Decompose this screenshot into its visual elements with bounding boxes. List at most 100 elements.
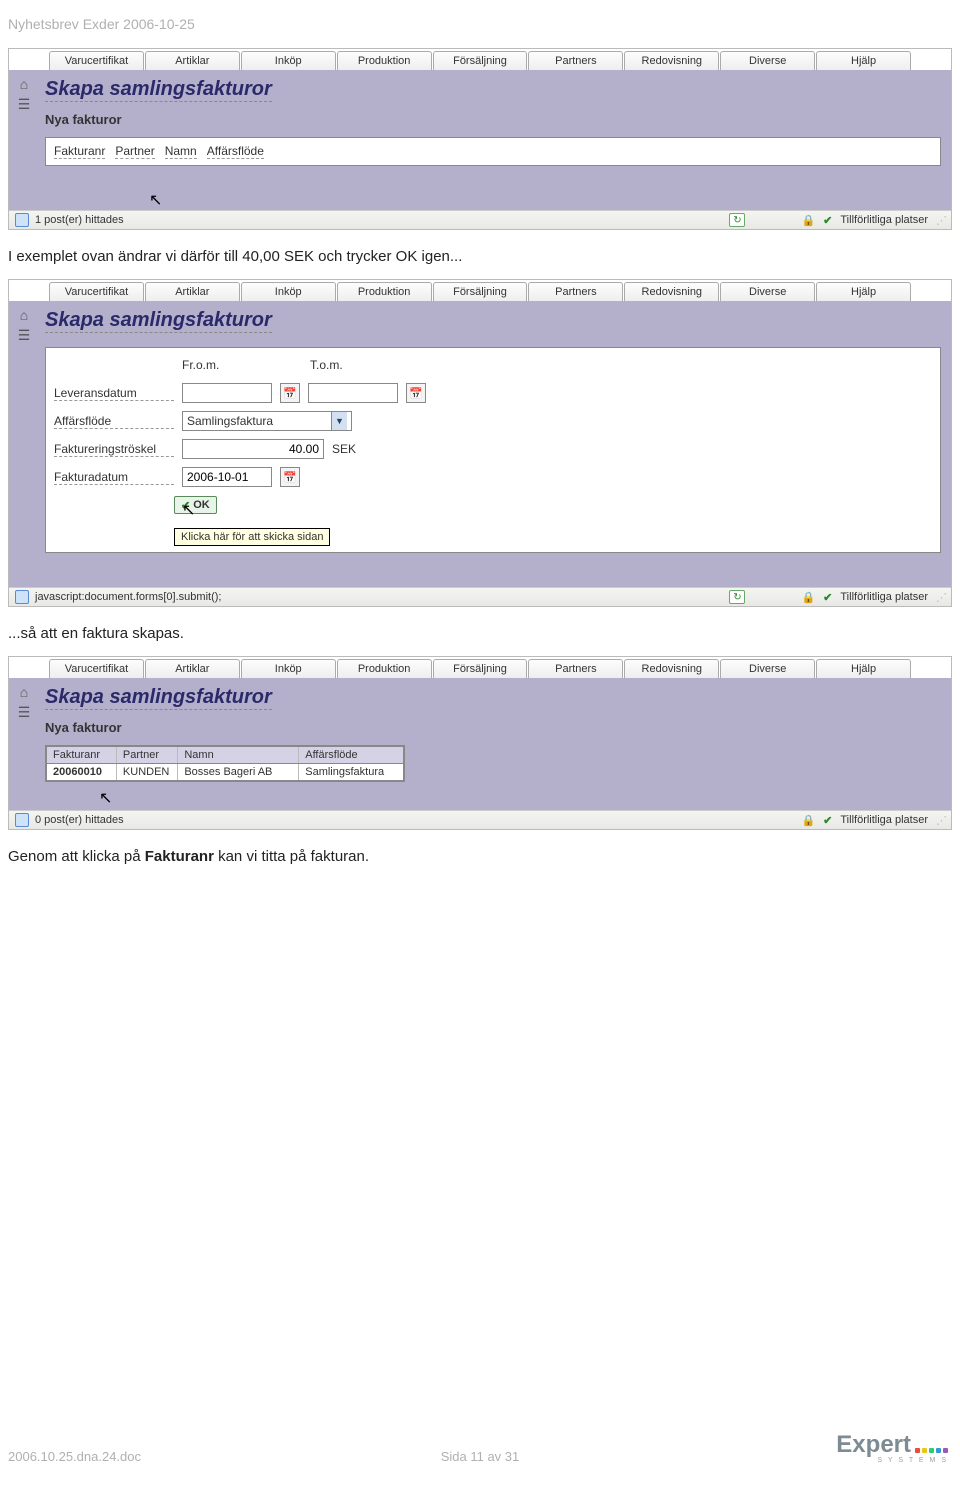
status-bar: 0 post(er) hittades 🔒 ✔ Tillförlitliga p… <box>9 810 951 829</box>
cell-affarsflode: Samlingsfaktura <box>299 764 403 780</box>
tab-varucertifikat[interactable]: Varucertifikat <box>49 51 144 70</box>
resize-grip-icon[interactable]: ⋰ <box>936 814 945 827</box>
tab-inkop[interactable]: Inköp <box>241 282 336 301</box>
home-icon[interactable]: ⌂ <box>20 76 28 92</box>
check-icon: ✔ <box>823 214 832 227</box>
calendar-icon[interactable]: 📅 <box>406 383 426 403</box>
tab-hjalp[interactable]: Hjälp <box>816 659 911 678</box>
affarsflode-value: Samlingsfaktura <box>187 414 273 428</box>
tab-produktion[interactable]: Produktion <box>337 51 432 70</box>
caption-1: I exemplet ovan ändrar vi därför till 40… <box>0 240 960 273</box>
page: Nyhetsbrev Exder 2006-10-25 Varucertifik… <box>0 0 960 1504</box>
tab-redovisning[interactable]: Redovisning <box>624 51 719 70</box>
page-title: Skapa samlingsfakturor <box>45 686 272 710</box>
leveransdatum-to-input[interactable] <box>308 383 398 403</box>
lock-icon: 🔒 <box>801 814 815 827</box>
check-icon: ✔ <box>823 591 832 604</box>
tab-inkop[interactable]: Inköp <box>241 51 336 70</box>
cell-partner: KUNDEN <box>117 764 178 780</box>
grid-panel: Fakturanr Partner Namn Affärsflöde <box>45 137 941 166</box>
page-title: Skapa samlingsfakturor <box>45 309 272 333</box>
leveransdatum-from-input[interactable] <box>182 383 272 403</box>
tab-redovisning[interactable]: Redovisning <box>624 659 719 678</box>
tab-partners[interactable]: Partners <box>528 51 623 70</box>
status-left: 0 post(er) hittades <box>35 814 124 826</box>
col-partner: Partner <box>117 747 178 763</box>
tab-varucertifikat[interactable]: Varucertifikat <box>49 282 144 301</box>
page-footer: 2006.10.25.dna.24.doc Sida 11 av 31 Expe… <box>0 1433 960 1464</box>
sidebar: ⌂ ☰ <box>9 72 39 180</box>
tab-forsaljning[interactable]: Försäljning <box>433 659 528 678</box>
caption-2: ...så att en faktura skapas. <box>0 617 960 650</box>
faktureringstroskel-unit: SEK <box>332 442 356 456</box>
tab-hjalp[interactable]: Hjälp <box>816 51 911 70</box>
sidebar: ⌂ ☰ <box>9 680 39 796</box>
check-icon: ✔ <box>181 499 190 512</box>
doc-header: Nyhetsbrev Exder 2006-10-25 <box>0 12 960 42</box>
tab-partners[interactable]: Partners <box>528 282 623 301</box>
tooltip: Klicka här för att skicka sidan <box>174 528 330 546</box>
list-icon[interactable]: ☰ <box>18 704 31 721</box>
tab-varucertifikat[interactable]: Varucertifikat <box>49 659 144 678</box>
col-fakturanr: Fakturanr <box>54 144 105 159</box>
calendar-icon[interactable]: 📅 <box>280 383 300 403</box>
ie-icon <box>15 590 29 604</box>
list-icon[interactable]: ☰ <box>18 96 31 113</box>
cell-namn: Bosses Bageri AB <box>178 764 299 780</box>
tab-bar: Varucertifikat Artiklar Inköp Produktion… <box>9 280 951 303</box>
footer-center: Sida 11 av 31 <box>0 1449 960 1464</box>
col-namn: Namn <box>165 144 197 159</box>
leveransdatum-label: Leveransdatum <box>54 386 174 401</box>
calendar-icon[interactable]: 📅 <box>280 467 300 487</box>
status-left: 1 post(er) hittades <box>35 214 124 226</box>
grid-header: Fakturanr Partner Namn Affärsflöde <box>46 746 404 764</box>
faktureringstroskel-input[interactable] <box>182 439 324 459</box>
tab-hjalp[interactable]: Hjälp <box>816 282 911 301</box>
screenshot-1: Varucertifikat Artiklar Inköp Produktion… <box>8 48 952 230</box>
list-icon[interactable]: ☰ <box>18 327 31 344</box>
tab-forsaljning[interactable]: Försäljning <box>433 282 528 301</box>
screenshot-3: Varucertifikat Artiklar Inköp Produktion… <box>8 656 952 830</box>
tab-artiklar[interactable]: Artiklar <box>145 282 240 301</box>
faktureringstroskel-label: Faktureringströskel <box>54 442 174 457</box>
resize-grip-icon[interactable]: ⋰ <box>936 214 945 227</box>
tab-diverse[interactable]: Diverse <box>720 282 815 301</box>
tab-artiklar[interactable]: Artiklar <box>145 51 240 70</box>
tab-partners[interactable]: Partners <box>528 659 623 678</box>
col-partner: Partner <box>115 144 154 159</box>
caption-3: Genom att klicka på Fakturanr kan vi tit… <box>0 840 960 873</box>
tab-produktion[interactable]: Produktion <box>337 282 432 301</box>
tab-artiklar[interactable]: Artiklar <box>145 659 240 678</box>
check-icon: ✔ <box>823 814 832 827</box>
refresh-icon[interactable]: ↻ <box>729 213 745 227</box>
status-bar: javascript:document.forms[0].submit(); ↻… <box>9 587 951 606</box>
fakturadatum-input[interactable] <box>182 467 272 487</box>
lock-icon: 🔒 <box>801 591 815 604</box>
table-row[interactable]: 20060010 KUNDEN Bosses Bageri AB Samling… <box>46 764 404 781</box>
cell-fakturanr[interactable]: 20060010 <box>47 764 117 780</box>
ok-label: OK <box>193 499 210 511</box>
resize-grip-icon[interactable]: ⋰ <box>936 591 945 604</box>
col-from-label: Fr.o.m. <box>182 358 272 372</box>
refresh-icon[interactable]: ↻ <box>729 590 745 604</box>
screenshot-2: Varucertifikat Artiklar Inköp Produktion… <box>8 279 952 607</box>
tab-redovisning[interactable]: Redovisning <box>624 282 719 301</box>
tab-bar: Varucertifikat Artiklar Inköp Produktion… <box>9 657 951 680</box>
form-panel: Fr.o.m. T.o.m. Leveransdatum 📅 📅 Affärsf… <box>45 347 941 553</box>
affarsflode-label: Affärsflöde <box>54 414 174 429</box>
sidebar: ⌂ ☰ <box>9 303 39 567</box>
col-to-label: T.o.m. <box>310 358 400 372</box>
tab-diverse[interactable]: Diverse <box>720 51 815 70</box>
tab-produktion[interactable]: Produktion <box>337 659 432 678</box>
tab-inkop[interactable]: Inköp <box>241 659 336 678</box>
ie-icon <box>15 813 29 827</box>
tab-diverse[interactable]: Diverse <box>720 659 815 678</box>
tab-forsaljning[interactable]: Försäljning <box>433 51 528 70</box>
home-icon[interactable]: ⌂ <box>20 307 28 323</box>
sub-heading: Nya fakturor <box>45 112 941 127</box>
lock-icon: 🔒 <box>801 214 815 227</box>
home-icon[interactable]: ⌂ <box>20 684 28 700</box>
affarsflode-select[interactable]: Samlingsfaktura ▼ <box>182 411 352 431</box>
col-namn: Namn <box>178 747 299 763</box>
ok-button[interactable]: ✔ OK <box>174 496 217 514</box>
